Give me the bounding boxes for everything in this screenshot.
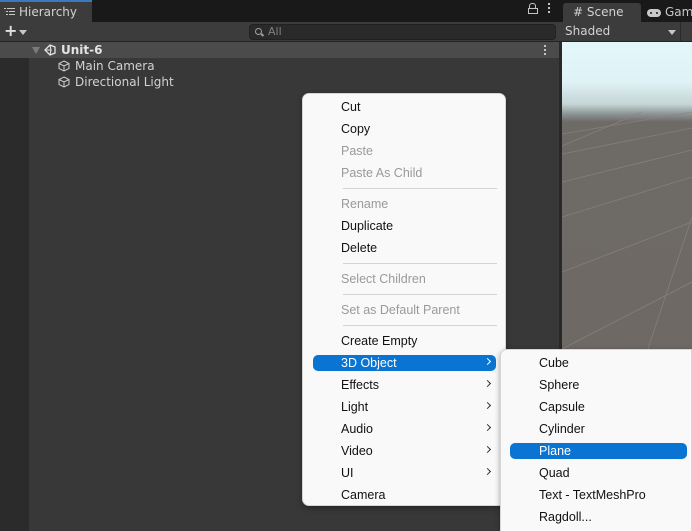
menu-item-ui[interactable]: UI (313, 465, 496, 481)
menu-separator (343, 325, 497, 326)
submenu-item-plane[interactable]: Plane (510, 443, 687, 459)
menu-item-set-default-parent: Set as Default Parent (341, 303, 460, 317)
scene-tabbar: # Scene Game (559, 0, 692, 22)
menu-item-video-label: Video (341, 444, 373, 458)
chevron-right-icon (483, 423, 492, 432)
menu-separator (343, 188, 497, 189)
scene-name: Unit-6 (61, 43, 103, 57)
submenu-item-ragdoll[interactable]: Ragdoll... (510, 509, 687, 525)
chevron-right-icon (483, 357, 492, 366)
gameobject-cube-icon (58, 76, 70, 88)
tab-hierarchy[interactable]: Hierarchy (0, 0, 92, 22)
add-object-button[interactable]: + (4, 21, 28, 40)
unity-editor: Hierarchy + All Unit-6 Main Camera Direc… (0, 0, 692, 531)
search-placeholder: All (268, 25, 282, 38)
menu-separator (343, 294, 497, 295)
expand-triangle-icon[interactable] (32, 47, 40, 54)
menu-separator (343, 263, 497, 264)
hierarchy-item[interactable]: Main Camera (0, 58, 559, 74)
tab-game-label: Game (665, 5, 692, 19)
tab-scene-label: Scene (586, 5, 624, 19)
menu-item-3d-object[interactable]: 3D Object (313, 355, 496, 371)
tab-game[interactable]: Game (645, 3, 692, 22)
menu-item-effects-label: Effects (341, 378, 379, 392)
submenu-item-cube[interactable]: Cube (510, 355, 687, 371)
menu-item-rename: Rename (341, 197, 389, 211)
submenu-item-cylinder[interactable]: Cylinder (510, 421, 687, 437)
menu-item-light-label: Light (341, 400, 369, 414)
unity-scene-icon (44, 44, 56, 56)
scene-row[interactable]: Unit-6 (0, 42, 559, 58)
gameobject-cube-icon (58, 60, 70, 72)
hierarchy-tabbar: Hierarchy (0, 0, 559, 22)
menu-item-3d-object-label: 3D Object (341, 356, 397, 370)
chevron-right-icon (483, 379, 492, 388)
menu-item-create-empty[interactable]: Create Empty (313, 333, 496, 349)
menu-item-delete[interactable]: Delete (313, 240, 496, 256)
hierarchy-list-icon (4, 7, 15, 17)
menu-item-audio-label: Audio (341, 422, 373, 436)
hierarchy-toolbar: + All (0, 22, 559, 42)
hierarchy-item-label: Main Camera (75, 59, 155, 73)
menu-item-paste: Paste (341, 144, 373, 158)
hierarchy-tab-tools (528, 3, 551, 14)
hash-icon: # (573, 5, 584, 19)
shading-mode-dropdown[interactable]: Shaded (561, 22, 681, 41)
menu-item-effects[interactable]: Effects (313, 377, 496, 393)
submenu-item-quad[interactable]: Quad (510, 465, 687, 481)
menu-item-copy[interactable]: Copy (313, 121, 496, 137)
gamepad-icon (647, 8, 661, 17)
chevron-down-icon (668, 30, 676, 35)
hierarchy-gutter (0, 42, 29, 531)
plus-icon: + (4, 21, 18, 40)
submenu-item-text-textmeshpro[interactable]: Text - TextMeshPro (510, 487, 687, 503)
chevron-right-icon (483, 467, 492, 476)
scene-toolbar: Shaded (559, 22, 692, 42)
submenu-3d-object: Cube Sphere Capsule Cylinder Plane Quad … (500, 349, 692, 531)
menu-item-select-children: Select Children (341, 272, 426, 286)
menu-item-ui-label: UI (341, 466, 354, 480)
chevron-right-icon (483, 445, 492, 454)
tab-scene[interactable]: # Scene (563, 3, 641, 22)
menu-item-camera[interactable]: Camera (313, 487, 496, 503)
chevron-right-icon (483, 401, 492, 410)
tab-hierarchy-label: Hierarchy (19, 4, 78, 19)
menu-item-cut[interactable]: Cut (313, 99, 496, 115)
scene-more-icon[interactable] (544, 45, 547, 55)
menu-item-audio[interactable]: Audio (313, 421, 496, 437)
dropdown-caret-icon (19, 29, 28, 35)
hierarchy-item-label: Directional Light (75, 75, 174, 89)
context-menu: Cut Copy Paste Paste As Child Rename Dup… (302, 93, 506, 506)
submenu-item-sphere[interactable]: Sphere (510, 377, 687, 393)
search-icon (255, 28, 262, 35)
more-options-icon[interactable] (548, 3, 551, 13)
menu-item-paste-as-child: Paste As Child (341, 166, 423, 180)
menu-item-duplicate[interactable]: Duplicate (313, 218, 496, 234)
hierarchy-item[interactable]: Directional Light (0, 74, 559, 90)
lock-icon[interactable] (528, 3, 538, 14)
menu-item-video[interactable]: Video (313, 443, 496, 459)
submenu-item-capsule[interactable]: Capsule (510, 399, 687, 415)
hierarchy-search-input[interactable]: All (249, 24, 556, 40)
shading-mode-label: Shaded (565, 24, 611, 38)
menu-item-light[interactable]: Light (313, 399, 496, 415)
